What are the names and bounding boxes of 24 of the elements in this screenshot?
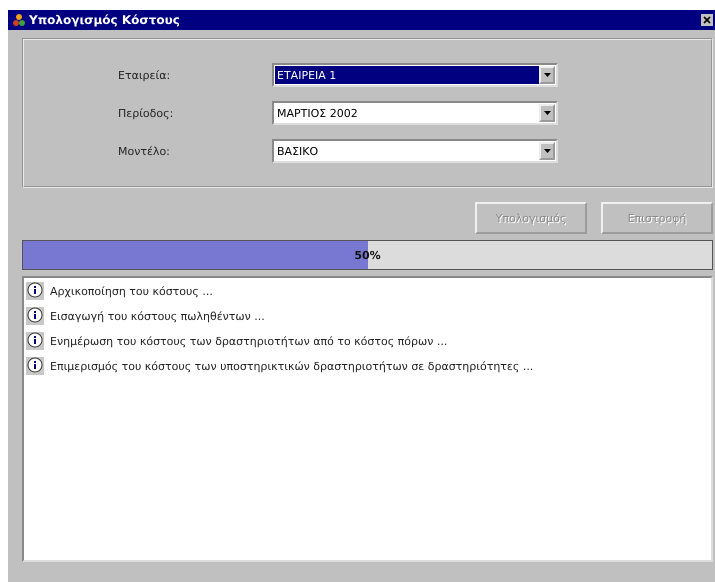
log-message: Εισαγωγή του κόστους πωληθέντων ... (50, 310, 265, 322)
caret-icon (544, 111, 550, 115)
dropdown-button[interactable] (539, 142, 555, 160)
dropdown-field[interactable]: ΕΤΑΙΡΕΙΑ 1 (272, 63, 558, 87)
field-label: Εταιρεία: (118, 68, 172, 82)
info-icon (26, 307, 44, 325)
close-icon[interactable] (701, 14, 713, 26)
log-message: Ενημέρωση του κόστους των δραστηριοτήτων από το κόστος πόρων ... (50, 334, 448, 348)
caret-icon (544, 149, 550, 153)
dropdown-field[interactable]: ΒΑΣΙΚΟ (272, 139, 558, 163)
log-message: Επιμερισμός του κόστους των υποστηρικτικών δραστηριοτήτων σε δραστηριότητες ... (50, 360, 534, 372)
info-icon (26, 332, 44, 350)
field-label: Μοντέλο: (118, 144, 171, 158)
app-icon (12, 13, 26, 27)
progress-reading: 50% (354, 248, 381, 262)
window-title: Υπολογισμός Κόστους (29, 13, 181, 27)
dropdown-field[interactable]: ΜΑΡΤΙΟΣ 2002 (272, 101, 558, 125)
dropdown-button[interactable] (539, 104, 555, 122)
field-label: Περίοδος: (118, 106, 174, 120)
info-icon (26, 357, 44, 375)
log-message: Αρχικοποίηση του κόστους ... (50, 284, 213, 298)
info-icon (26, 282, 44, 300)
caret-icon (544, 73, 550, 77)
dropdown-button[interactable] (539, 66, 555, 84)
